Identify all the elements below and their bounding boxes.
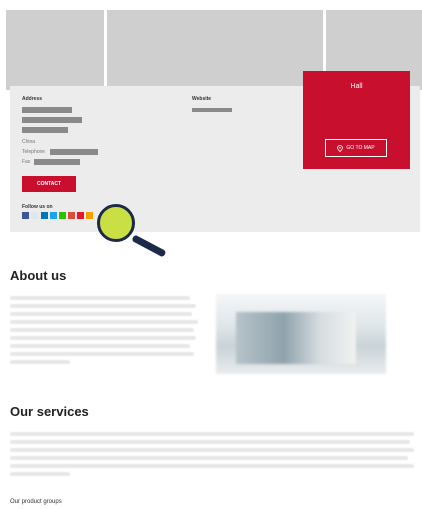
xing-icon[interactable]	[31, 212, 38, 219]
product-groups-heading: Our product groups	[10, 499, 62, 505]
website-label: Website	[192, 96, 212, 102]
weibo-extra-icon[interactable]	[86, 212, 93, 219]
building-shape	[236, 312, 356, 364]
address-line-3	[22, 127, 68, 133]
facebook-icon[interactable]	[22, 212, 29, 219]
linkedin-icon[interactable]	[41, 212, 48, 219]
contact-button[interactable]: CONTACT	[22, 176, 76, 192]
follow-us-label: Follow us on	[22, 204, 53, 210]
address-label: Address	[22, 96, 43, 102]
hero-image-1	[6, 10, 104, 90]
fax-value	[34, 159, 80, 165]
magnifier-handle	[131, 234, 167, 258]
address-line-2	[22, 117, 82, 123]
telephone-label: Telephone	[22, 149, 46, 155]
map-pin-icon	[337, 144, 344, 152]
twitter-icon[interactable]	[50, 212, 57, 219]
weibo-icon[interactable]	[77, 212, 84, 219]
hall-title: Hall	[350, 83, 363, 90]
magnifier-icon	[97, 204, 135, 242]
go-to-map-label: GO TO MAP	[346, 145, 375, 151]
hero-image-2	[107, 10, 323, 90]
country-text: China	[22, 139, 36, 145]
about-us-heading: About us	[10, 268, 67, 283]
address-line-1	[22, 107, 72, 113]
website-link[interactable]	[192, 108, 232, 112]
fax-label: Fax	[22, 159, 31, 165]
our-services-heading: Our services	[10, 404, 89, 419]
wechat-icon[interactable]	[59, 212, 66, 219]
googleplus-icon[interactable]	[68, 212, 75, 219]
go-to-map-button[interactable]: GO TO MAP	[325, 139, 387, 157]
hall-panel: Hall GO TO MAP	[303, 71, 410, 169]
telephone-value[interactable]	[50, 149, 98, 155]
